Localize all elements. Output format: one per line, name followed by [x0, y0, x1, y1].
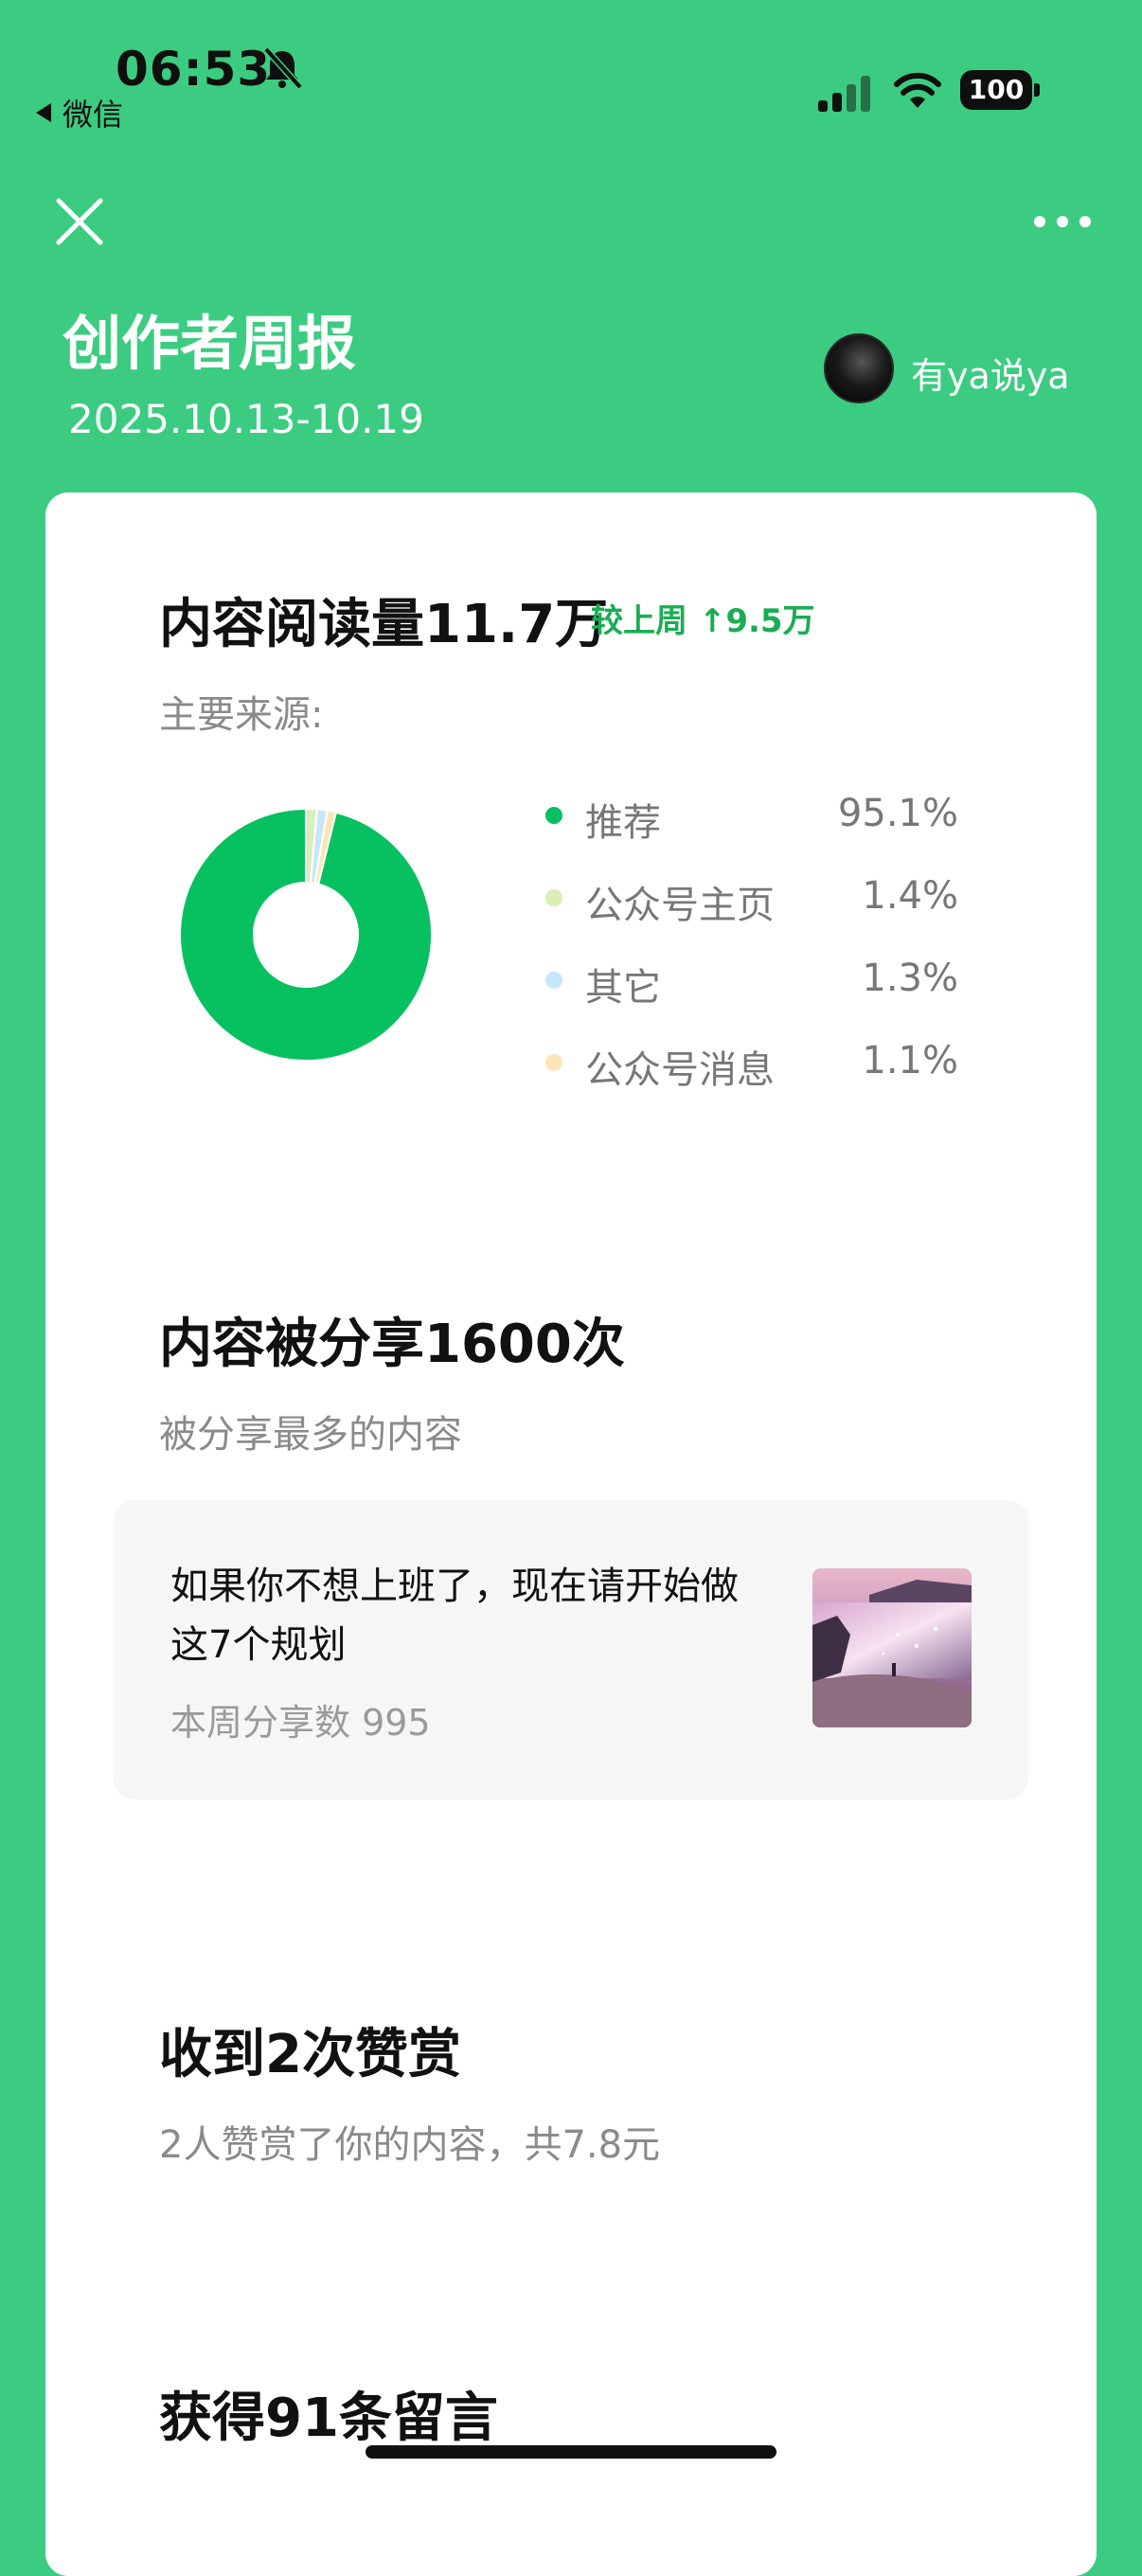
legend-pct: 1.4% — [862, 874, 958, 918]
legend-item-homepage: 公众号主页 1.4% — [542, 865, 958, 931]
legend-item-messages: 公众号消息 1.1% — [542, 1029, 958, 1096]
legend-name: 其它 — [585, 966, 661, 1010]
article-share-count: 本周分享数 995 — [170, 1702, 431, 1744]
legend-dot — [545, 889, 562, 906]
avatar[interactable] — [824, 333, 894, 403]
legend-name: 公众号主页 — [585, 884, 775, 927]
page-title: 创作者周报 — [62, 309, 357, 378]
rewards-subtitle: 2人赞赏了你的内容，共7.8元 — [159, 2123, 661, 2167]
shares-title: 内容被分享1600次 — [159, 1314, 625, 1375]
article-title[interactable]: 如果你不想上班了，现在请开始做这7个规划 — [170, 1557, 758, 1674]
legend-dot — [545, 807, 562, 824]
legend-pct: 1.1% — [862, 1039, 958, 1082]
cellular-signal-icon — [818, 76, 870, 112]
legend-dot — [545, 972, 562, 989]
reads-title: 内容阅读量11.7万 — [159, 594, 609, 655]
battery-indicator: 100 — [960, 70, 1040, 114]
source-label: 主要来源: — [159, 693, 324, 737]
close-icon[interactable] — [53, 195, 106, 248]
author-name[interactable]: 有ya说ya — [911, 347, 1070, 399]
back-triangle-icon — [36, 103, 51, 122]
status-time: 06:53 — [116, 42, 272, 97]
legend-pct: 1.3% — [862, 957, 958, 1000]
rewards-title: 收到2次赞赏 — [159, 2024, 461, 2085]
more-options-icon[interactable] — [1032, 210, 1093, 233]
legend-pct: 95.1% — [837, 792, 958, 835]
bell-off-icon — [263, 46, 303, 90]
legend-item-recommend: 推荐 95.1% — [542, 782, 958, 849]
date-range: 2025.10.13-10.19 — [68, 396, 424, 442]
legend-name: 公众号消息 — [585, 1048, 775, 1092]
legend-item-other: 其它 1.3% — [542, 947, 958, 1013]
legend-dot — [545, 1054, 562, 1071]
shares-subtitle: 被分享最多的内容 — [159, 1413, 462, 1457]
battery-level: 100 — [968, 74, 1025, 105]
article-thumbnail[interactable] — [812, 1568, 972, 1727]
back-to-wechat[interactable]: 微信 — [34, 91, 123, 134]
home-indicator — [366, 2445, 776, 2459]
back-app-label: 微信 — [62, 97, 124, 133]
reads-compare: 较上周 ↑9.5万 — [591, 602, 815, 640]
wifi-icon — [894, 72, 941, 108]
legend-name: 推荐 — [585, 801, 661, 845]
comments-title: 获得91条留言 — [159, 2388, 498, 2449]
